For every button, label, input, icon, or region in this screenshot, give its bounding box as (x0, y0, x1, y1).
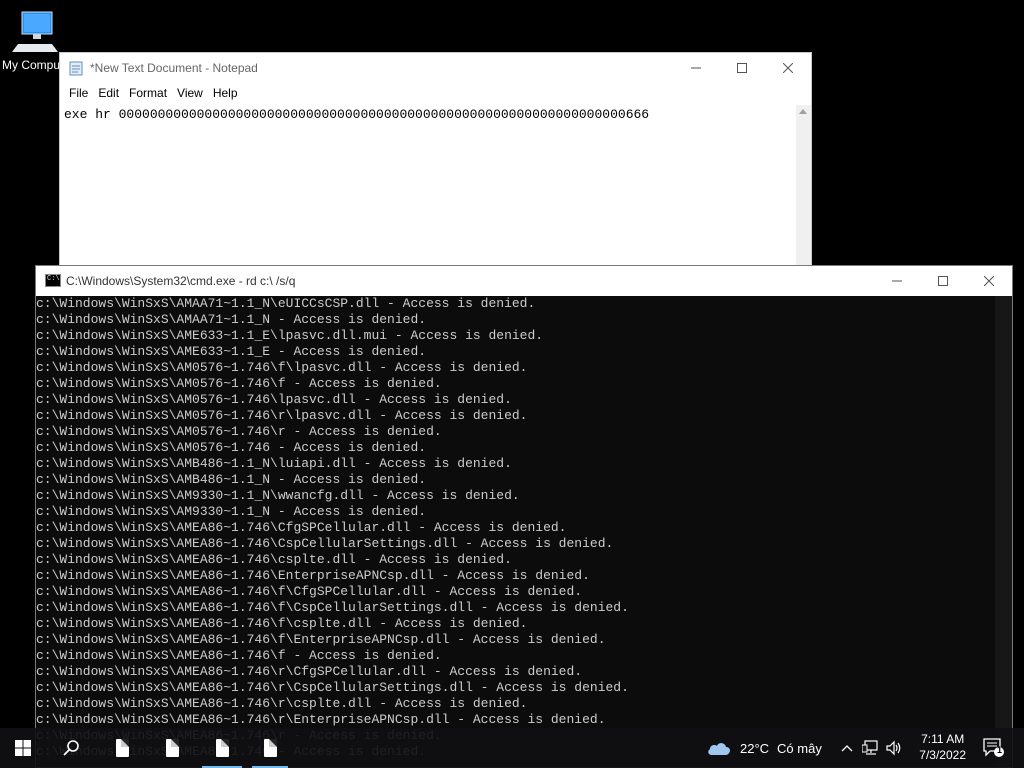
cmd-minimize-button[interactable] (874, 266, 920, 296)
cmd-output-line: c:\Windows\WinSxS\AMEA86~1.746\r\CfgSPCe… (36, 664, 583, 679)
cmd-output-line: c:\Windows\WinSxS\AMEA86~1.746\f - Acces… (36, 648, 442, 663)
menu-file[interactable]: File (64, 85, 93, 105)
cmd-output-line: c:\Windows\WinSxS\AM0576~1.746\f\lpasvc.… (36, 360, 528, 375)
cmd-output-line: c:\Windows\WinSxS\AM0576~1.746\lpasvc.dl… (36, 392, 512, 407)
taskbar-app-file-2[interactable] (148, 728, 196, 768)
network-button[interactable] (860, 728, 882, 768)
cmd-icon (45, 274, 61, 287)
minimize-icon (691, 67, 701, 69)
cloud-icon (708, 743, 730, 755)
start-button[interactable] (0, 728, 46, 768)
taskbar-app-file-1[interactable] (98, 728, 146, 768)
weather-widget[interactable]: 22°C Có mây (706, 728, 832, 768)
cmd-titlebar[interactable]: C:\Windows\System32\cmd.exe - rd c:\ /s/… (36, 266, 1012, 296)
scroll-up-arrow-icon[interactable] (799, 109, 807, 114)
cmd-window-title: C:\Windows\System32\cmd.exe - rd c:\ /s/… (66, 274, 296, 288)
cmd-output-line: c:\Windows\WinSxS\AMB486~1.1_N\luiapi.dl… (36, 456, 512, 471)
cmd-output-line: c:\Windows\WinSxS\AMEA86~1.746\CspCellul… (36, 536, 614, 551)
file-icon (165, 739, 179, 757)
cmd-output-line: c:\Windows\WinSxS\AMEA86~1.746\CfgSPCell… (36, 520, 567, 535)
clock-date: 7/3/2022 (919, 748, 966, 762)
taskbar: 22°C Có mây 7:11 AM 7/3/2022 1 (0, 728, 1024, 768)
cmd-output-line: c:\Windows\WinSxS\AMEA86~1.746\csplte.dl… (36, 552, 512, 567)
notification-count: 1 (997, 745, 1003, 755)
file-icon (115, 739, 129, 757)
notepad-window[interactable]: *New Text Document - Notepad File Edit F… (59, 52, 812, 267)
cmd-console-output[interactable]: c:\Windows\WinSxS\AMAA71~1.1_N\eUICCsCSP… (36, 296, 995, 767)
cmd-output-line: c:\Windows\WinSxS\AME633~1.1_E - Access … (36, 344, 427, 359)
minimize-icon (892, 280, 902, 282)
windows-logo-icon (15, 740, 31, 756)
network-icon (862, 740, 878, 755)
cmd-output-line: c:\Windows\WinSxS\AME633~1.1_E\lpasvc.dl… (36, 328, 544, 343)
maximize-icon (737, 63, 747, 73)
cmd-close-button[interactable] (966, 266, 1012, 296)
cmd-output-line: c:\Windows\WinSxS\AMB486~1.1_N - Access … (36, 472, 427, 487)
volume-button[interactable] (884, 728, 906, 768)
search-button[interactable] (48, 728, 94, 768)
notepad-titlebar[interactable]: *New Text Document - Notepad (60, 53, 811, 83)
desktop-icon-label: My Compu (2, 58, 61, 72)
cmd-output-line: c:\Windows\WinSxS\AMEA86~1.746\f\CfgSPCe… (36, 584, 583, 599)
notification-center-button[interactable]: 1 (978, 728, 1010, 768)
weather-temperature: 22°C (740, 740, 770, 756)
notepad-close-button[interactable] (765, 53, 811, 83)
notepad-text-area[interactable]: exe hr 000000000000000000000000000000000… (60, 105, 795, 266)
menu-view[interactable]: View (172, 85, 208, 105)
menu-format[interactable]: Format (124, 85, 172, 105)
cmd-output-line: c:\Windows\WinSxS\AMEA86~1.746\f\csplte.… (36, 616, 528, 631)
cmd-output-line: c:\Windows\WinSxS\AMEA86~1.746\f\Enterpr… (36, 632, 606, 647)
cmd-output-line: c:\Windows\WinSxS\AMEA86~1.746\Enterpris… (36, 568, 590, 583)
cmd-output-line: c:\Windows\WinSxS\AM0576~1.746\f - Acces… (36, 376, 442, 391)
cmd-output-line: c:\Windows\WinSxS\AMEA86~1.746\r\csplte.… (36, 696, 528, 711)
cmd-output-line: c:\Windows\WinSxS\AMAA71~1.1_N - Access … (36, 312, 427, 327)
menu-help[interactable]: Help (208, 85, 243, 105)
cmd-output-line: c:\Windows\WinSxS\AMEA86~1.746\f\CspCell… (36, 600, 629, 615)
cmd-output-line: c:\Windows\WinSxS\AM0576~1.746 - Access … (36, 440, 427, 455)
close-icon (783, 63, 793, 73)
menu-edit[interactable]: Edit (93, 85, 124, 105)
maximize-icon (938, 276, 948, 286)
cmd-output-line: c:\Windows\WinSxS\AMEA86~1.746\r\CspCell… (36, 680, 629, 695)
file-icon (215, 739, 229, 757)
show-hidden-icons-button[interactable] (838, 728, 856, 768)
cmd-maximize-button[interactable] (920, 266, 966, 296)
notepad-menubar: File Edit Format View Help (60, 85, 811, 105)
notepad-vertical-scrollbar[interactable] (796, 105, 811, 266)
cmd-output-line: c:\Windows\WinSxS\AM9330~1.1_N - Access … (36, 504, 427, 519)
cmd-output-line: c:\Windows\WinSxS\AMEA86~1.746\r\Enterpr… (36, 712, 606, 727)
cmd-window[interactable]: C:\Windows\System32\cmd.exe - rd c:\ /s/… (35, 265, 1013, 768)
notepad-icon (69, 61, 83, 76)
cmd-output-line: c:\Windows\WinSxS\AM0576~1.746\r - Acces… (36, 424, 442, 439)
search-icon (63, 740, 79, 756)
notepad-window-title: *New Text Document - Notepad (90, 61, 258, 75)
cmd-vertical-scrollbar[interactable] (995, 296, 1012, 767)
taskbar-app-file-4[interactable] (248, 728, 292, 768)
notepad-maximize-button[interactable] (719, 53, 765, 83)
close-icon (984, 276, 994, 286)
notepad-minimize-button[interactable] (673, 53, 719, 83)
taskbar-clock[interactable]: 7:11 AM 7/3/2022 (919, 731, 966, 763)
file-icon (263, 739, 277, 757)
chevron-up-icon (841, 745, 853, 752)
clock-time: 7:11 AM (921, 732, 965, 746)
speaker-icon (886, 740, 901, 756)
cmd-output-line: c:\Windows\WinSxS\AM0576~1.746\r\lpasvc.… (36, 408, 528, 423)
cmd-output-line: c:\Windows\WinSxS\AM9330~1.1_N\wwancfg.d… (36, 488, 520, 503)
taskbar-app-file-3[interactable] (198, 728, 246, 768)
weather-description: Có mây (777, 740, 822, 756)
cmd-output-line: c:\Windows\WinSxS\AMAA71~1.1_N\eUICCsCSP… (36, 296, 536, 311)
computer-icon (12, 11, 58, 52)
